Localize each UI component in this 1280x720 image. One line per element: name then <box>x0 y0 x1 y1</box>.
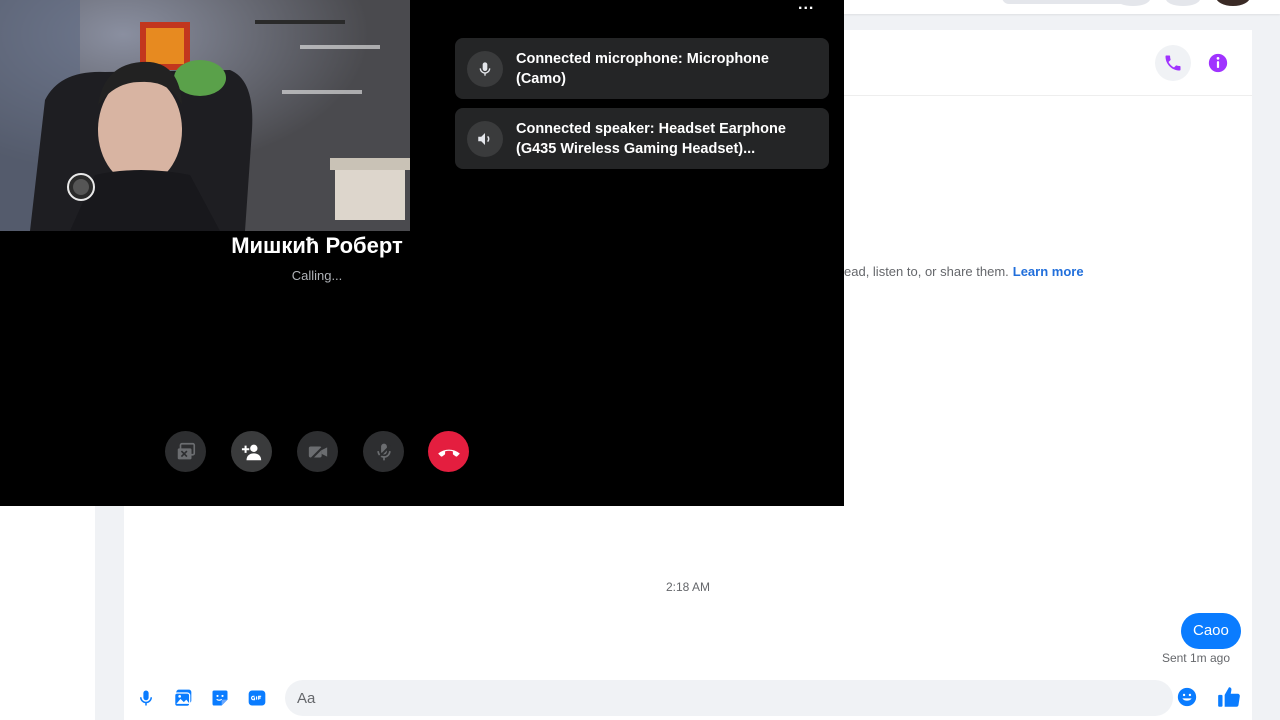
microphone-icon <box>479 61 491 76</box>
messenger-page: ead, listen to, or share them. Learn more… <box>0 0 1280 720</box>
sticker-button[interactable] <box>208 686 232 710</box>
gif-button[interactable] <box>245 686 269 710</box>
message-input[interactable] <box>285 680 1173 716</box>
camera-off-icon <box>308 442 327 461</box>
share-screen-button[interactable] <box>165 431 206 472</box>
add-person-icon <box>241 444 261 460</box>
menu-button[interactable] <box>1116 0 1150 6</box>
screen-share-icon <box>177 442 195 459</box>
like-button[interactable] <box>1216 684 1244 712</box>
message-bubble[interactable]: Caoo <box>1181 613 1241 649</box>
end-call-button[interactable] <box>428 431 469 472</box>
encryption-notice: ead, listen to, or share them. Learn more <box>844 264 1084 279</box>
toast-line-1: Connected speaker: Headset Earphone <box>516 120 786 137</box>
camera-toggle-button[interactable] <box>297 431 338 472</box>
voice-clip-button[interactable] <box>134 686 158 710</box>
image-icon <box>174 689 192 707</box>
audio-call-button[interactable] <box>1155 45 1191 81</box>
call-window: ... Connected microphone: Microphone (Ca… <box>0 0 844 506</box>
call-status: Calling... <box>291 268 343 283</box>
add-person-button[interactable] <box>231 431 272 472</box>
sent-status: Sent 1m ago <box>1161 651 1230 665</box>
microphone-toggle-button[interactable] <box>363 431 404 472</box>
gif-icon <box>248 690 266 706</box>
left-sidebar <box>0 506 95 720</box>
message-composer <box>124 678 1252 720</box>
toast-text: Connected microphone: Microphone (Camo) <box>516 49 769 89</box>
phone-icon <box>1165 55 1181 71</box>
emoji-icon <box>1177 687 1197 707</box>
notifications-button[interactable] <box>1166 0 1200 6</box>
speaker-icon <box>478 132 490 145</box>
toast-icon-wrap <box>467 50 503 87</box>
toast-line-2: (G435 Wireless Gaming Headset)... <box>516 140 756 157</box>
conversation-info-button[interactable] <box>1200 45 1236 81</box>
thumbs-up-icon <box>1218 687 1240 707</box>
notice-text: ead, listen to, or share them. <box>844 264 1009 279</box>
attach-media-button[interactable] <box>171 686 195 710</box>
emoji-button[interactable] <box>1176 686 1200 710</box>
toast-line-1: Connected microphone: Microphone <box>516 50 769 67</box>
microphone-toast: Connected microphone: Microphone (Camo) <box>455 38 829 99</box>
learn-more-link[interactable]: Learn more <box>1013 264 1084 279</box>
speaker-toast: Connected speaker: Headset Earphone (G43… <box>455 108 829 169</box>
info-icon <box>1208 53 1228 73</box>
toast-icon-wrap <box>467 120 503 157</box>
microphone-icon <box>140 690 152 706</box>
toast-text: Connected speaker: Headset Earphone (G43… <box>516 119 786 159</box>
mic-muted-icon <box>376 443 391 460</box>
self-camera-view <box>0 0 410 231</box>
call-options-button[interactable]: ... <box>798 0 814 14</box>
end-call-icon <box>437 449 460 457</box>
toast-line-2: (Camo) <box>516 70 566 87</box>
top-bar <box>844 0 1280 14</box>
profile-avatar[interactable] <box>1216 0 1250 6</box>
callee-name: Мишкић Роберт <box>231 233 403 258</box>
message-timestamp: 2:18 AM <box>665 580 711 594</box>
camera-feed-image <box>0 0 410 231</box>
sticker-icon <box>212 690 228 706</box>
